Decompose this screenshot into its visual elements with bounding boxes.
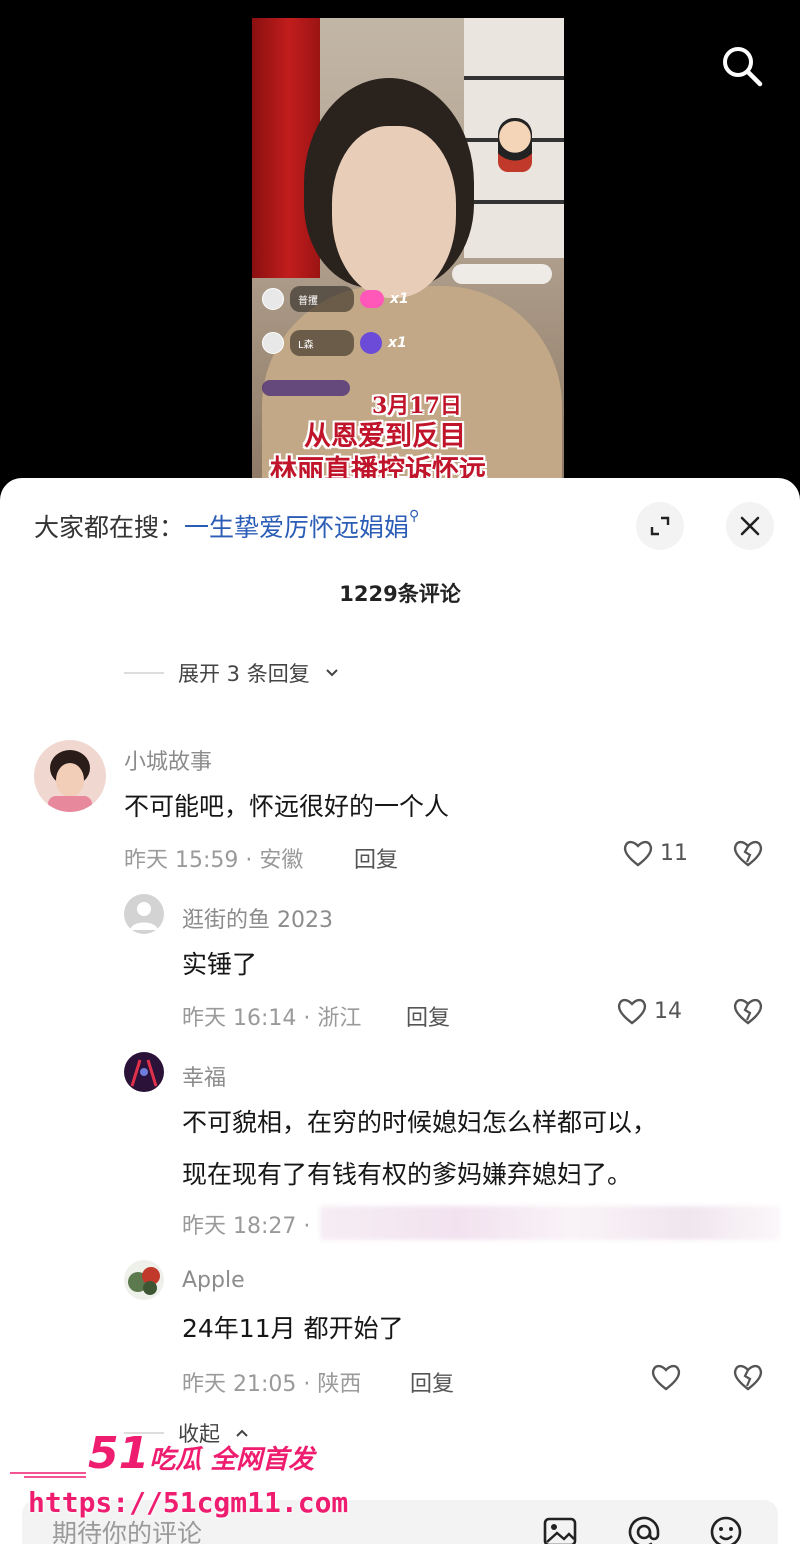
video-area[interactable]: 普攫 x1 L森 x1 3月17日 从恩爱到反目 林丽直播控诉怀远 <box>0 0 800 500</box>
watermark-speed-lines <box>10 1472 86 1478</box>
heart-outline-icon <box>623 840 653 867</box>
comment-username[interactable]: 逛街的鱼 2023 <box>182 902 333 934</box>
search-button[interactable] <box>716 40 768 92</box>
trending-search-prefix: 大家都在搜： <box>34 513 185 542</box>
comment-text: 实锤了 <box>182 950 258 979</box>
trending-search[interactable]: 大家都在搜：一生挚爱厉怀远娟娟⚲ <box>34 508 419 544</box>
watermark-brand: 51吃瓜 全网首发 <box>88 1428 314 1479</box>
blurred-region <box>320 1206 780 1240</box>
user-avatar-image <box>124 1052 164 1092</box>
comment-sheet: 大家都在搜：一生挚爱厉怀远娟娟⚲ 1229条评论 展开 3 条回复 小城故事 不… <box>0 478 800 1544</box>
comment-meta: 昨天 18:27 · <box>182 1214 311 1239</box>
close-icon <box>740 516 760 536</box>
comment-text-line2: 现在现有了有钱有权的爹妈嫌弃媳妇了。 <box>182 1160 633 1189</box>
comment-text-line1: 不可貌相，在穷的时候媳妇怎么样都可以， <box>182 1108 658 1137</box>
watermark-number: 51 <box>88 1428 150 1479</box>
chevron-down-icon <box>326 669 338 677</box>
heart-outline-icon <box>617 998 647 1025</box>
comment-text: 24年11月 都开始了 <box>182 1314 404 1343</box>
dislike-button[interactable] <box>732 996 764 1030</box>
default-avatar-icon <box>124 894 164 934</box>
gift-heart-icon <box>360 290 384 308</box>
broken-heart-icon <box>733 1364 763 1391</box>
comment-meta: 昨天 15:59 · 安徽 <box>124 848 304 873</box>
chat-username: 普攫 <box>290 286 354 312</box>
search-icon <box>723 47 763 87</box>
heart-outline-icon <box>651 1364 681 1391</box>
comment-username[interactable]: Apple <box>182 1268 245 1293</box>
watermark-slogan: 吃瓜 全网首发 <box>149 1445 315 1475</box>
user-avatar-image <box>124 1260 164 1300</box>
comment-username[interactable]: 小城故事 <box>124 744 212 776</box>
search-small-icon: ⚲ <box>409 508 420 524</box>
comment-count: 1229条评论 <box>339 582 461 606</box>
avatar[interactable] <box>124 894 164 934</box>
expand-replies-label: 展开 3 条回复 <box>178 662 310 686</box>
gift-count: x1 <box>388 335 407 351</box>
like-count: 14 <box>654 998 682 1024</box>
expand-icon <box>650 516 670 536</box>
watermark-url: https://51cgm11.com <box>28 1486 349 1519</box>
streamer-face <box>332 126 456 298</box>
reply-button[interactable]: 回复 <box>354 842 398 874</box>
like-count: 11 <box>660 840 688 866</box>
close-button[interactable] <box>726 502 774 550</box>
divider-dash <box>124 672 164 674</box>
expand-sheet-button[interactable] <box>636 502 684 550</box>
chat-avatar <box>262 332 284 354</box>
avatar[interactable] <box>124 1052 164 1092</box>
image-icon <box>543 1517 577 1544</box>
chat-username: L森 <box>290 330 354 356</box>
join-notice <box>262 380 350 396</box>
at-icon <box>628 1516 660 1544</box>
broken-heart-icon <box>733 840 763 867</box>
broken-heart-icon <box>733 998 763 1025</box>
comment-text: 不可能吧，怀远很好的一个人 <box>124 792 450 821</box>
avatar[interactable] <box>34 740 106 812</box>
mention-button[interactable] <box>624 1512 664 1544</box>
emoji-button[interactable] <box>706 1512 746 1544</box>
avatar[interactable] <box>124 1260 164 1300</box>
overlay-caption-line2: 林丽直播控诉怀远 <box>270 455 486 478</box>
expand-replies-button[interactable]: 展开 3 条回复 <box>124 658 340 688</box>
dislike-button[interactable] <box>732 838 764 872</box>
reply-button[interactable]: 回复 <box>410 1366 454 1398</box>
gift-message: 普攫 x1 <box>262 286 409 312</box>
comment-meta: 昨天 21:05 · 陕西 <box>182 1372 362 1397</box>
like-button[interactable]: 11 <box>622 838 688 868</box>
emoji-icon <box>710 1516 742 1544</box>
like-button[interactable] <box>650 1362 682 1392</box>
shelf-toy-figure <box>498 118 532 172</box>
gift-message: L森 x1 <box>262 330 407 356</box>
gift-badge-icon <box>360 332 382 354</box>
live-video-frame[interactable]: 普攫 x1 L森 x1 3月17日 从恩爱到反目 林丽直播控诉怀远 <box>252 18 564 478</box>
chat-avatar <box>262 288 284 310</box>
image-button[interactable] <box>540 1512 580 1544</box>
trending-search-term[interactable]: 一生挚爱厉怀远娟娟 <box>184 513 409 542</box>
gift-count: x1 <box>390 291 409 307</box>
like-hint-badge <box>452 264 552 284</box>
comment-username[interactable]: 幸福 <box>182 1060 226 1092</box>
comment-meta: 昨天 16:14 · 浙江 <box>182 1006 362 1031</box>
reply-button[interactable]: 回复 <box>406 1000 450 1032</box>
user-avatar-image <box>34 740 106 812</box>
dislike-button[interactable] <box>732 1362 764 1396</box>
like-button[interactable]: 14 <box>616 996 682 1026</box>
